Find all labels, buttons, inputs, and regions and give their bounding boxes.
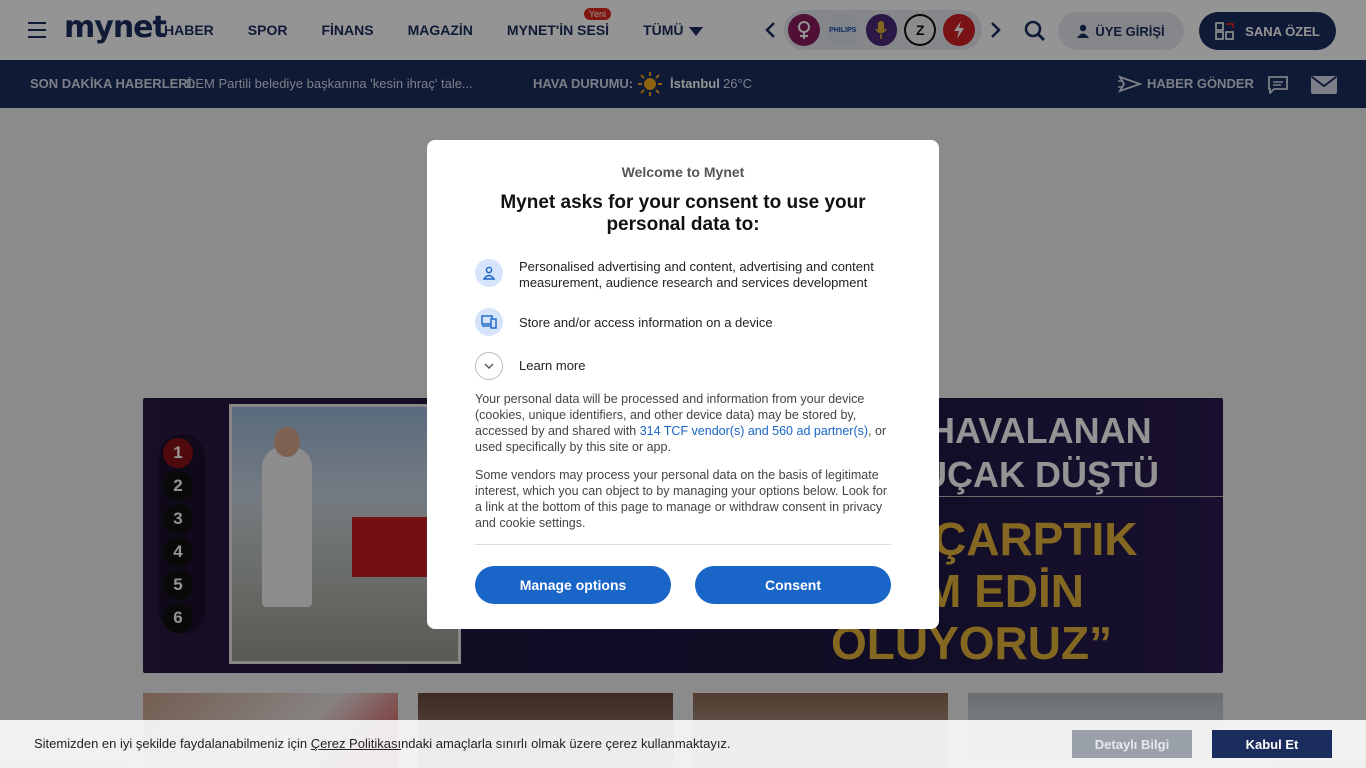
cookie-text-end: ndaki amaçlarla sınırlı olmak üzere çere… — [401, 736, 731, 751]
learn-more-label: Learn more — [519, 358, 586, 373]
dialog-divider — [475, 544, 891, 545]
cookie-details-button[interactable]: Detaylı Bilgi — [1072, 730, 1192, 758]
cookie-policy-link[interactable]: Çerez Politikası — [311, 736, 401, 751]
consent-paragraph-1: Your personal data will be processed and… — [475, 391, 891, 455]
chevron-down-icon — [475, 352, 503, 380]
devices-icon — [475, 308, 503, 336]
person-icon — [475, 259, 503, 287]
purpose-text: Store and/or access information on a dev… — [519, 315, 773, 330]
dialog-welcome: Welcome to Mynet — [621, 164, 745, 180]
consent-paragraph-2: Some vendors may process your personal d… — [475, 468, 888, 530]
consent-button[interactable]: Consent — [695, 566, 891, 604]
vendors-link[interactable]: 314 TCF vendor(s) and 560 ad partner(s) — [640, 424, 868, 438]
cookie-text: Sitemizden en iyi şekilde faydalanabilme… — [34, 736, 731, 751]
cookie-accept-button[interactable]: Kabul Et — [1212, 730, 1332, 758]
consent-dialog: Welcome to Mynet Mynet asks for your con… — [427, 140, 939, 629]
cookie-text-start: Sitemizden en iyi şekilde faydalanabilme… — [34, 736, 311, 751]
manage-options-button[interactable]: Manage options — [475, 566, 671, 604]
purpose-text: Personalised advertising and content, ad… — [519, 259, 874, 290]
dialog-title: Mynet asks for your consent to use your … — [500, 192, 866, 235]
